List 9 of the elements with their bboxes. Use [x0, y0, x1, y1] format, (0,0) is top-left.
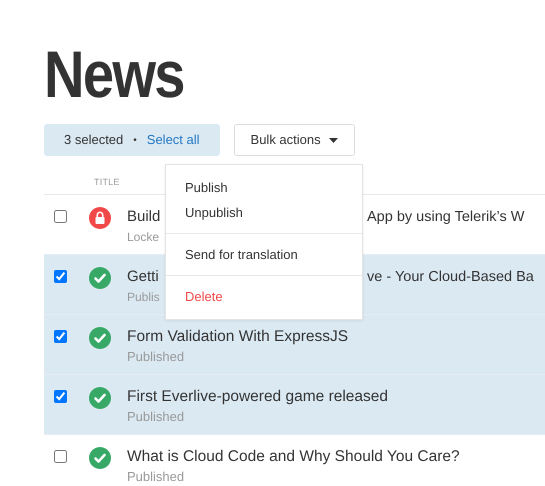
article-status: Published — [127, 468, 186, 486]
article-status: Publis — [127, 289, 160, 306]
article-status: Published — [127, 408, 186, 426]
article-status: Locke — [127, 229, 160, 246]
column-header: TITLE — [94, 176, 120, 190]
bullet-separator: • — [133, 134, 137, 148]
page-title: News — [44, 38, 184, 110]
article-status: Published — [127, 348, 186, 366]
selected-count: 3 selected — [64, 131, 124, 150]
